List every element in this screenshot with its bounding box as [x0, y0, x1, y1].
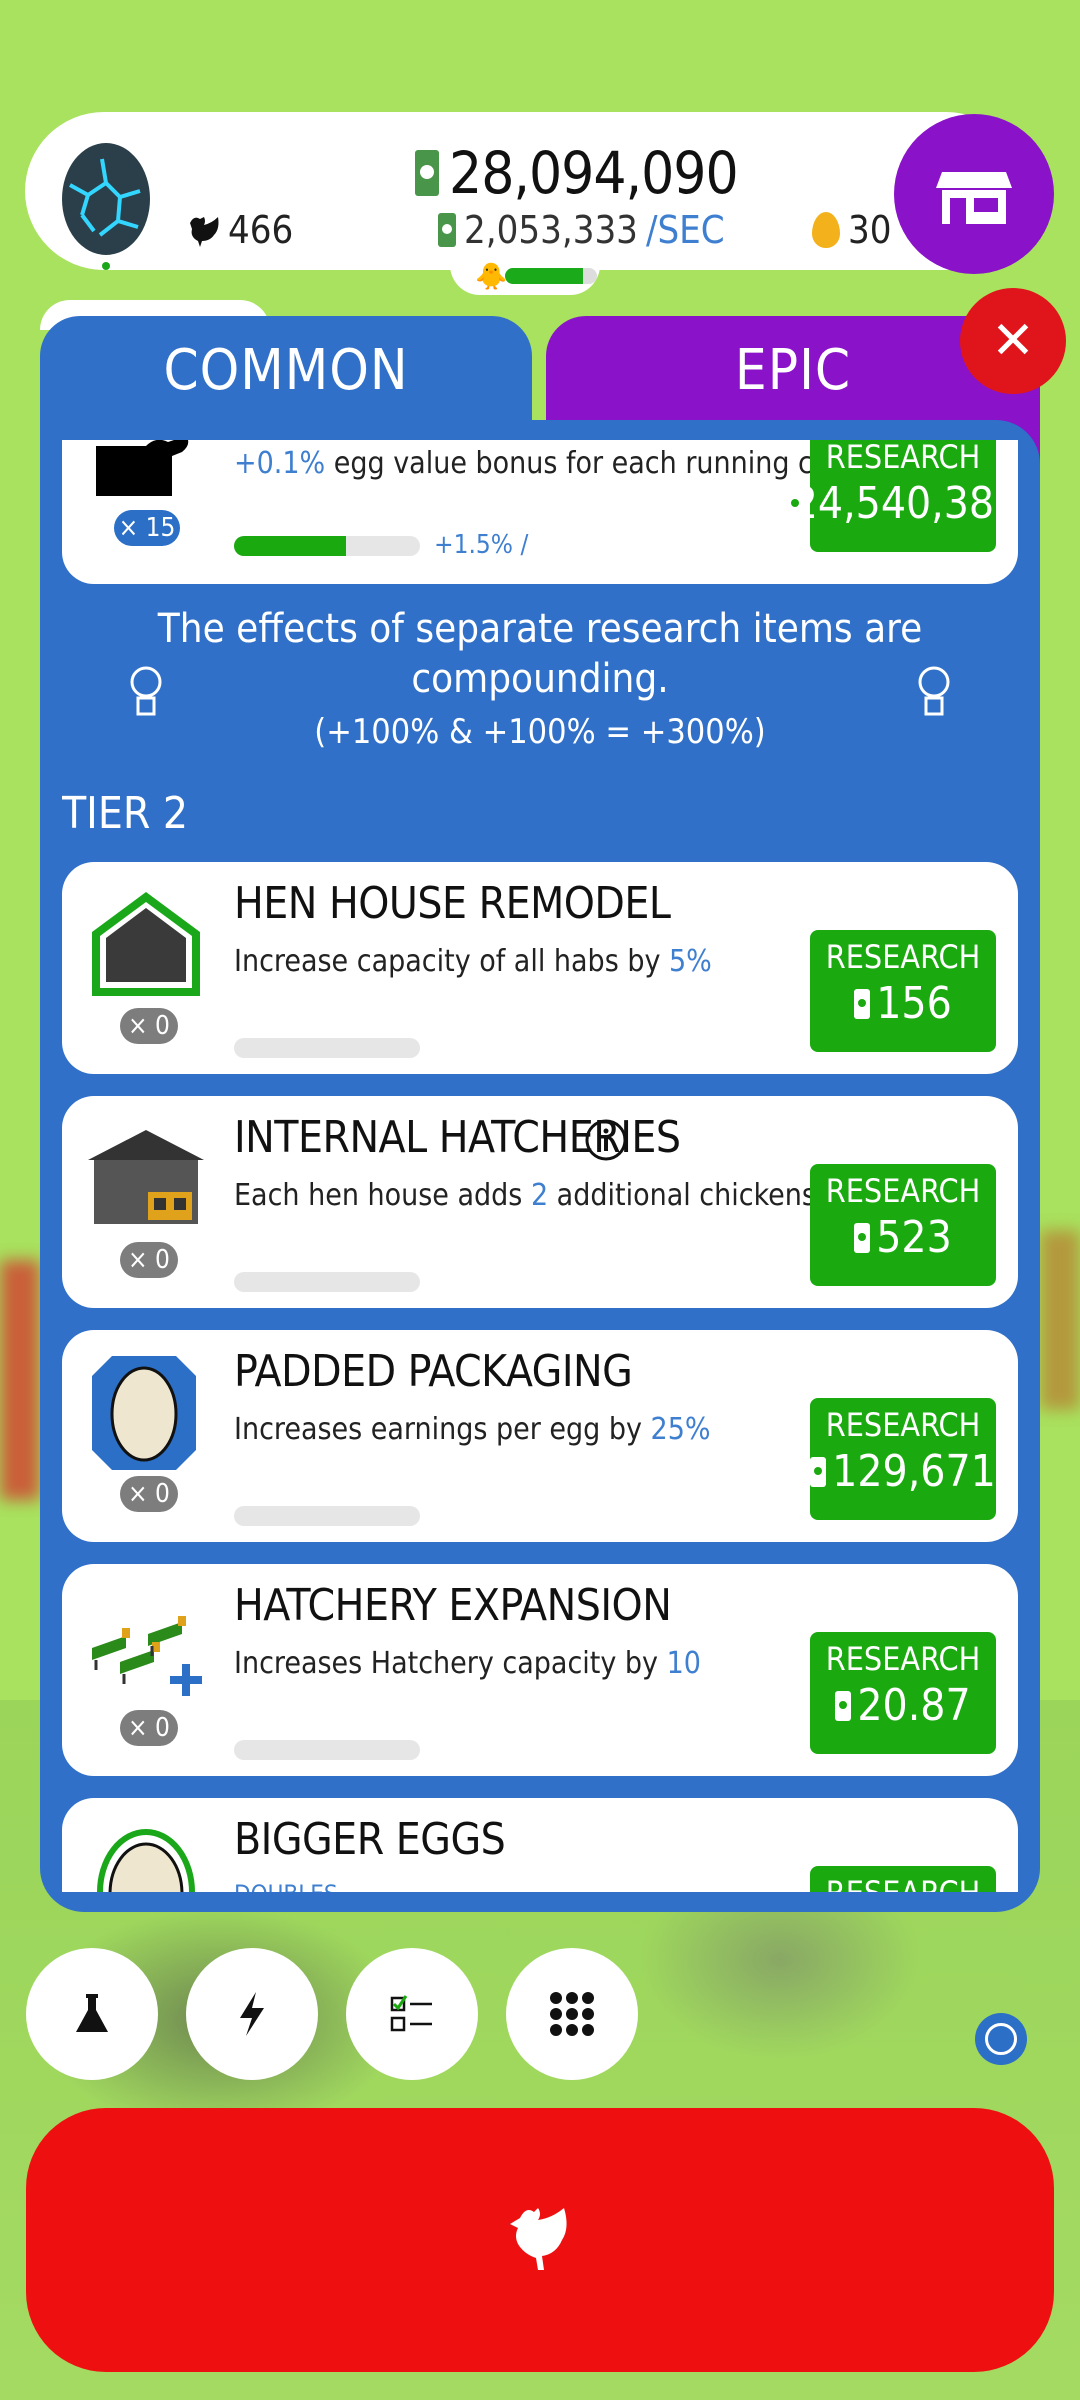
chicken-icon [190, 217, 219, 247]
money-display: 28,094,090 [415, 138, 739, 208]
research-label: RESEARCH [825, 938, 981, 976]
count-badge: × 0 [120, 1476, 178, 1512]
research-card: × 0 HATCHERY EXPANSION Increases Hatcher… [62, 1564, 1018, 1776]
research-button[interactable]: RESEARCH [810, 1866, 996, 1892]
info-line: compounding. [411, 656, 669, 702]
checklist-icon [390, 1995, 432, 2032]
progress-label: +1.5% / [434, 530, 529, 560]
count-badge: × 0 [120, 1242, 178, 1278]
research-button[interactable]: RESEARCH 523 [810, 1164, 996, 1286]
shop-icon [936, 172, 1012, 224]
tier-label: TIER 2 [62, 788, 189, 839]
close-icon: ✕ [991, 311, 1035, 371]
count-badge: × 0 [120, 1710, 178, 1746]
info-line: The effects of separate research items a… [157, 606, 923, 652]
research-price: 523 [876, 1212, 952, 1263]
card-title: PADDED PACKAGING [234, 1346, 633, 1397]
info-message: The effects of separate research items a… [62, 600, 1018, 800]
cash-icon [854, 988, 871, 1019]
research-list[interactable]: × 15 +0.1% egg value bonus for each runn… [62, 440, 1018, 1892]
money-value: 28,094,090 [449, 139, 739, 207]
cash-icon [854, 1222, 871, 1253]
research-button[interactable]: RESEARCH 156 [810, 930, 996, 1052]
packaging-egg-icon [92, 1356, 196, 1470]
status-dot [102, 262, 110, 270]
cash-icon [415, 150, 439, 196]
lightning-icon [240, 1992, 264, 2036]
hatch-chicken-button[interactable] [26, 2108, 1054, 2372]
research-label: RESEARCH [825, 1640, 981, 1678]
close-button[interactable]: ✕ [960, 288, 1066, 394]
drone-indicator[interactable] [975, 2013, 1027, 2065]
background-shape [0, 1260, 40, 1500]
research-progress [234, 1038, 420, 1058]
card-description: Increases earnings per egg by 25% [234, 1412, 711, 1447]
missions-button[interactable] [346, 1948, 478, 2080]
chicken-count-value: 466 [228, 208, 294, 252]
cash-icon [810, 1456, 827, 1487]
research-progress [234, 536, 420, 556]
research-button[interactable]: RESEARCH 24,540,383 [790, 440, 1018, 552]
info-icon[interactable] [584, 1118, 628, 1162]
research-progress [234, 1272, 420, 1292]
research-card: × 0 HEN HOUSE REMODEL Increase capacity … [62, 862, 1018, 1074]
card-description: Increases Hatchery capacity by 10 [234, 1646, 701, 1681]
research-card: × 15 +0.1% egg value bonus for each runn… [62, 440, 1018, 584]
card-description: DOUBLES ... [234, 1880, 365, 1892]
golden-eggs: 30 [812, 208, 892, 252]
card-title: HEN HOUSE REMODEL [234, 878, 671, 929]
research-card: × 0 INTERNAL HATCHERIES Each hen house a… [62, 1096, 1018, 1308]
research-label: RESEARCH [810, 1874, 996, 1892]
research-progress [234, 1506, 420, 1526]
research-lab-button[interactable] [26, 1948, 158, 2080]
info-line: (+100% & +100% = +300%) [314, 712, 766, 752]
dark-egg-icon [62, 143, 150, 255]
tab-common-label: COMMON [163, 338, 409, 403]
card-description: +0.1% egg value bonus for each running c… [234, 446, 901, 481]
income-rate: 2,053,333/SEC [438, 208, 725, 252]
research-label: RESEARCH [825, 1406, 981, 1444]
background-shape [1040, 1230, 1080, 1410]
bulb-icon [130, 666, 162, 716]
internal-hatchery-icon [88, 1130, 204, 1224]
research-button[interactable]: RESEARCH 20.87 [810, 1632, 996, 1754]
rate-value: 2,053,333 [464, 208, 638, 252]
bulb-icon [918, 666, 950, 716]
card-title: BIGGER EGGS [234, 1814, 506, 1865]
hen-house-icon [92, 892, 200, 996]
shop-button[interactable] [894, 114, 1054, 274]
research-price: 20.87 [857, 1680, 971, 1731]
grid-dots-icon [550, 1992, 594, 2036]
research-progress [234, 1740, 420, 1760]
research-label: RESEARCH [825, 1172, 981, 1210]
golden-eggs-value: 30 [848, 208, 892, 252]
lab-flask-icon [76, 1994, 108, 2032]
golden-egg-icon [812, 212, 840, 248]
boosts-button[interactable] [186, 1948, 318, 2080]
cash-icon [438, 213, 456, 247]
research-card: BIGGER EGGS DOUBLES ... RESEARCH [62, 1798, 1018, 1892]
chicken-icon [510, 2208, 567, 2270]
count-badge: × 15 [114, 510, 180, 546]
research-card: × 0 PADDED PACKAGING Increases earnings … [62, 1330, 1018, 1542]
research-price: 24,540,383 [792, 478, 1018, 529]
menu-button[interactable] [506, 1948, 638, 2080]
research-price: 156 [876, 978, 952, 1029]
hatchery-progress [505, 268, 597, 284]
card-title: HATCHERY EXPANSION [234, 1580, 672, 1631]
count-badge: × 0 [120, 1008, 178, 1044]
hatchery-expansion-icon [92, 1616, 202, 1696]
rate-unit: /SEC [645, 208, 725, 252]
cash-icon [835, 1690, 852, 1721]
chicken-count: 466 [186, 208, 293, 252]
research-price: 129,671 [832, 1446, 996, 1497]
running-chicken-icon [96, 440, 189, 496]
card-description: Increase capacity of all habs by 5% [234, 944, 712, 979]
chick-icon: 🐥 [475, 262, 508, 292]
research-label: RESEARCH [825, 440, 981, 476]
bigger-egg-icon [97, 1829, 195, 1892]
research-button[interactable]: RESEARCH 129,671 [810, 1398, 996, 1520]
